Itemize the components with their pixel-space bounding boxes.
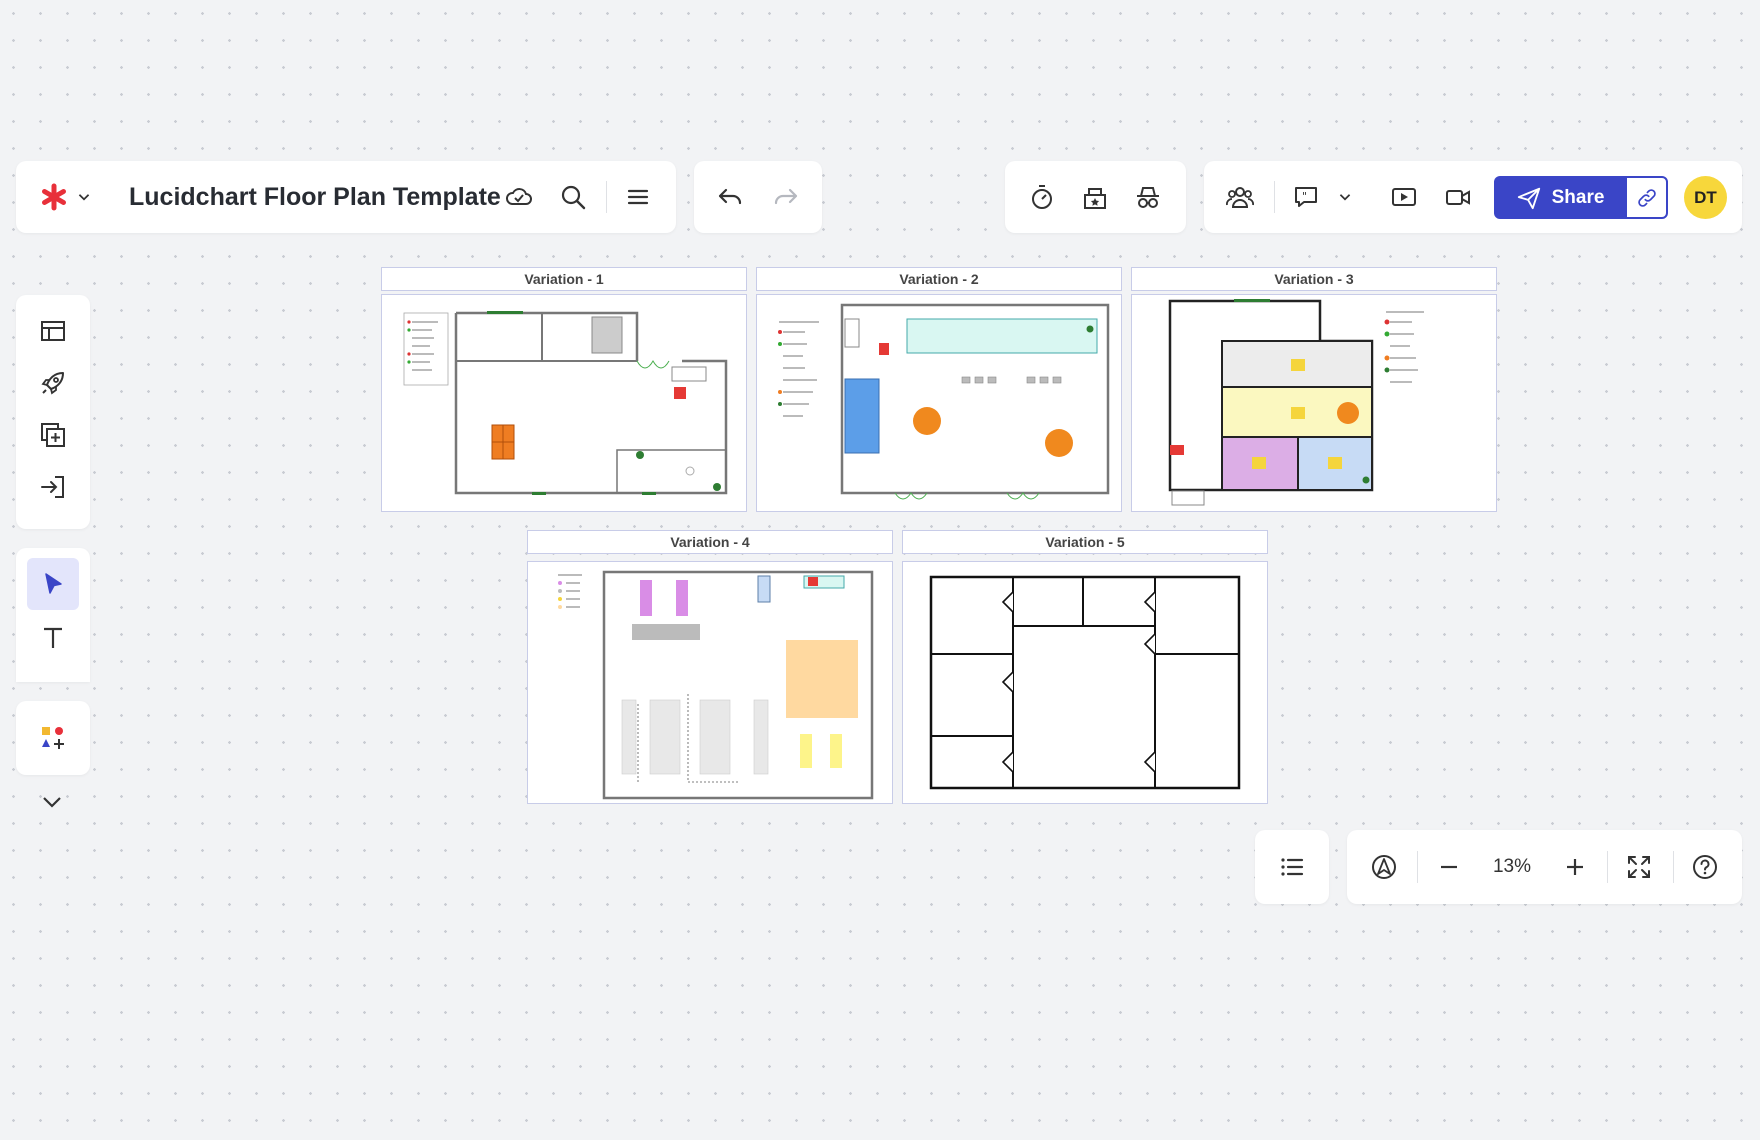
page-variation-2[interactable] bbox=[756, 294, 1122, 512]
share-label: Share bbox=[1551, 186, 1605, 208]
share-button[interactable]: Share bbox=[1494, 176, 1626, 219]
comment-icon[interactable]: " bbox=[1284, 175, 1328, 219]
divider bbox=[1673, 851, 1674, 883]
avatar[interactable]: DT bbox=[1684, 176, 1727, 219]
video-icon[interactable] bbox=[1436, 175, 1480, 219]
search-icon[interactable] bbox=[551, 175, 595, 219]
zoom-panel bbox=[1347, 830, 1742, 904]
collaboration-toolbar bbox=[1005, 161, 1186, 233]
page-label-variation-3[interactable]: Variation - 3 bbox=[1131, 267, 1497, 291]
lucid-logo-icon[interactable] bbox=[32, 175, 76, 219]
select-pointer-icon[interactable] bbox=[27, 558, 79, 610]
timer-icon[interactable] bbox=[1020, 175, 1064, 219]
page-variation-4[interactable] bbox=[527, 561, 893, 804]
list-icon[interactable] bbox=[1270, 845, 1314, 889]
divider bbox=[1607, 851, 1608, 883]
vote-icon[interactable] bbox=[1073, 175, 1117, 219]
page-label-variation-4[interactable]: Variation - 4 bbox=[527, 530, 893, 554]
page-label-variation-1[interactable]: Variation - 1 bbox=[381, 267, 747, 291]
zoom-out-icon[interactable] bbox=[1427, 845, 1471, 889]
import-icon[interactable] bbox=[31, 465, 75, 509]
zoom-in-icon[interactable] bbox=[1553, 845, 1597, 889]
svg-text:": " bbox=[1302, 190, 1307, 203]
floor-plan-2-drawing bbox=[778, 303, 1110, 500]
floor-plan-4-drawing bbox=[558, 570, 874, 800]
divider bbox=[1417, 851, 1418, 883]
menu-icon[interactable] bbox=[616, 175, 660, 219]
send-icon bbox=[1517, 187, 1540, 209]
document-title[interactable]: Lucidchart Floor Plan Template bbox=[129, 161, 501, 233]
add-page-icon[interactable] bbox=[31, 413, 75, 457]
page-label-variation-2[interactable]: Variation - 2 bbox=[756, 267, 1122, 291]
help-icon[interactable] bbox=[1683, 845, 1727, 889]
chevron-down-icon[interactable] bbox=[72, 175, 96, 219]
link-icon bbox=[1637, 188, 1656, 207]
left-rail-tools bbox=[16, 548, 90, 682]
chevron-down-icon[interactable] bbox=[30, 780, 74, 824]
floor-plan-3-drawing bbox=[1168, 299, 1424, 506]
fit-screen-icon[interactable] bbox=[1617, 845, 1661, 889]
divider bbox=[606, 181, 607, 213]
floor-plan-1-drawing bbox=[403, 311, 728, 495]
collaborators-icon[interactable] bbox=[1218, 175, 1262, 219]
divider bbox=[1274, 181, 1275, 213]
left-rail-top bbox=[16, 295, 90, 529]
redo-icon[interactable] bbox=[764, 175, 808, 219]
templates-icon[interactable] bbox=[31, 309, 75, 353]
page-variation-1[interactable] bbox=[381, 294, 747, 512]
text-icon[interactable] bbox=[31, 616, 75, 660]
chevron-down-icon[interactable] bbox=[1330, 175, 1360, 219]
document-toolbar: Lucidchart Floor Plan Template bbox=[16, 161, 676, 233]
present-icon[interactable] bbox=[1382, 175, 1426, 219]
page-label-variation-5[interactable]: Variation - 5 bbox=[902, 530, 1268, 554]
outline-panel bbox=[1255, 830, 1329, 904]
shapes-icon[interactable] bbox=[31, 716, 75, 760]
undo-icon[interactable] bbox=[708, 175, 752, 219]
left-rail-shapes bbox=[16, 701, 90, 775]
cloud-check-icon[interactable] bbox=[497, 175, 541, 219]
floor-plan-5-drawing bbox=[929, 575, 1241, 790]
copy-link-button[interactable] bbox=[1626, 176, 1668, 219]
history-toolbar bbox=[694, 161, 822, 233]
page-variation-3[interactable] bbox=[1131, 294, 1497, 512]
navigate-icon[interactable] bbox=[1362, 845, 1406, 889]
incognito-icon[interactable] bbox=[1126, 175, 1170, 219]
rocket-icon[interactable] bbox=[31, 361, 75, 405]
page-variation-5[interactable] bbox=[902, 561, 1268, 804]
zoom-level[interactable]: 13% bbox=[1490, 830, 1534, 904]
